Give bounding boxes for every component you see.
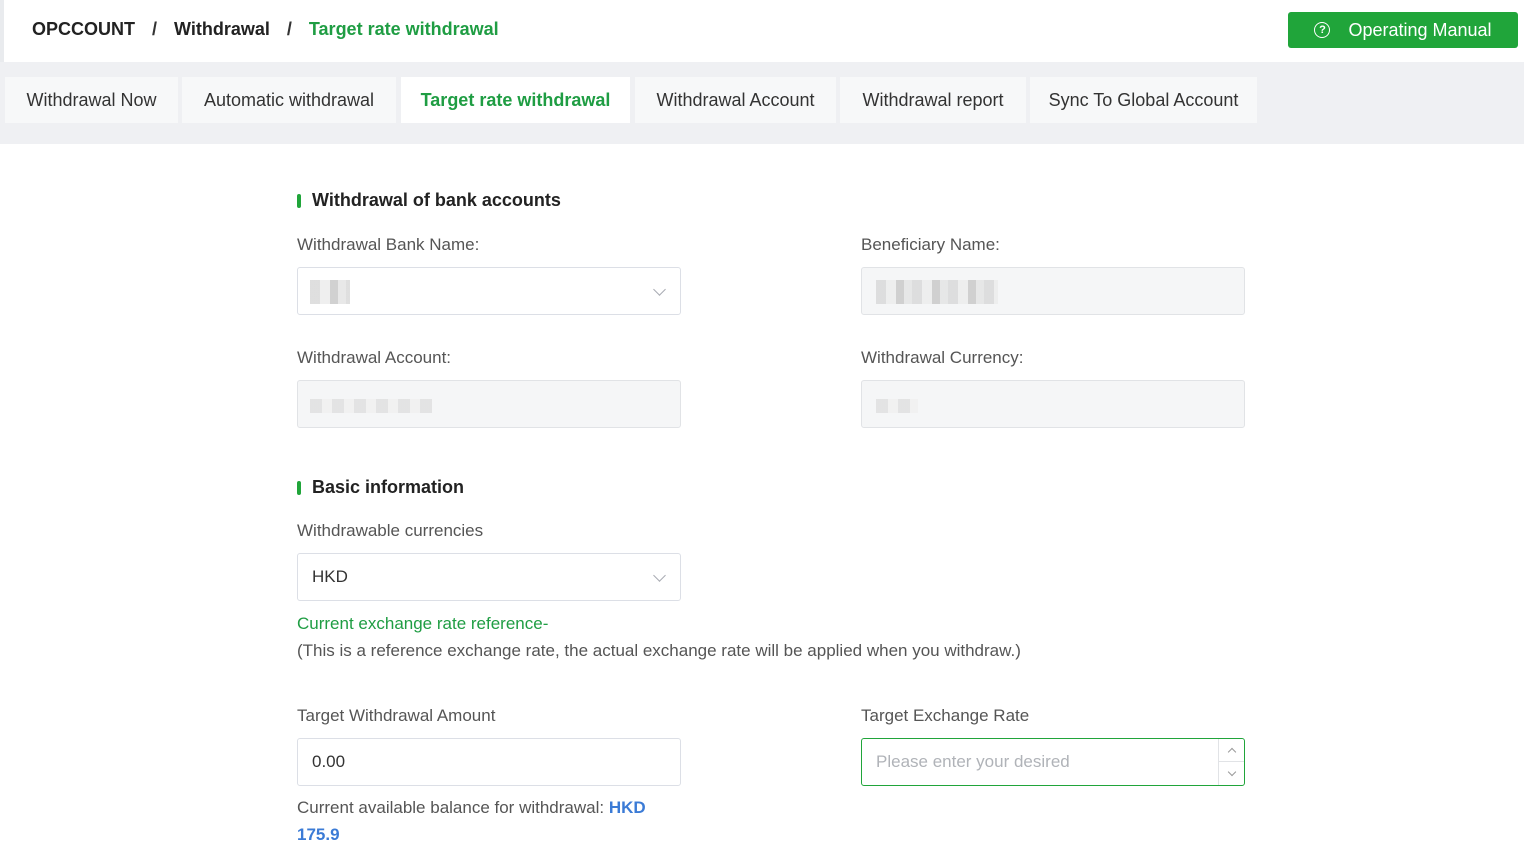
breadcrumb-root[interactable]: OPCCOUNT [32,19,135,40]
withdrawal-account-field [297,380,681,428]
withdrawal-currency-label: Withdrawal Currency: [861,348,1024,367]
section-title-text: Withdrawal of bank accounts [312,190,561,210]
tab-label: Withdrawal report [862,89,1004,110]
help-circle-icon: ? [1314,22,1331,38]
withdrawable-currencies-label: Withdrawable currencies [297,521,484,540]
tab-label: Sync To Global Account [1048,89,1239,110]
withdrawable-currency-select[interactable]: HKD [297,553,681,601]
balance-amount: 175.9 [297,825,340,844]
chevron-down-icon [653,283,666,296]
selected-currency-value: HKD [312,567,348,586]
breadcrumb-withdrawal[interactable]: Withdrawal [174,19,270,40]
redacted-account-number [310,399,432,413]
tab-sync-to-global-account[interactable]: Sync To Global Account [1030,77,1257,123]
section-title-bank-accounts: Withdrawal of bank accounts [297,190,561,211]
balance-prefix: Current available balance for withdrawal… [297,798,605,817]
page: OPCCOUNT / Withdrawal / Target rate with… [0,0,1524,849]
stepper-decrease-button[interactable] [1219,762,1244,785]
tab-bar: Withdrawal Now Automatic withdrawal Targ… [0,62,1524,144]
tab-target-rate-withdrawal[interactable]: Target rate withdrawal [401,77,630,123]
section-marker [297,480,301,495]
bank-name-select[interactable] [297,267,681,315]
balance-currency: HKD [608,798,646,817]
bank-name-label: Withdrawal Bank Name: [297,235,480,254]
target-rate-label: Target Exchange Rate [861,706,1030,725]
chevron-down-icon [653,569,666,582]
beneficiary-name-label: Beneficiary Name: [861,235,1000,254]
breadcrumb-separator: / [286,19,292,39]
redacted-bank-name [310,280,350,304]
exchange-rate-note: (This is a reference exchange rate, the … [297,641,1021,660]
chevron-down-icon [1227,767,1236,777]
redacted-currency [876,399,918,413]
tab-label: Target rate withdrawal [420,89,611,110]
available-balance: Current available balance for withdrawal… [297,794,697,848]
tab-label: Withdrawal Now [26,89,157,110]
tab-label: Automatic withdrawal [203,89,375,110]
withdrawal-currency-field [861,380,1245,428]
top-header: OPCCOUNT / Withdrawal / Target rate with… [0,0,1524,62]
exchange-rate-reference: Current exchange rate reference- [297,614,549,633]
breadcrumb: OPCCOUNT / Withdrawal / Target rate with… [32,19,499,40]
beneficiary-name-field [861,267,1245,315]
tab-label: Withdrawal Account [656,89,815,110]
tab-automatic-withdrawal[interactable]: Automatic withdrawal [182,77,396,123]
tab-withdrawal-report[interactable]: Withdrawal report [840,77,1026,123]
target-amount-input[interactable] [297,738,681,786]
withdrawal-account-label: Withdrawal Account: [297,348,452,367]
rate-stepper [1218,739,1244,785]
breadcrumb-current: Target rate withdrawal [308,19,499,39]
section-marker [297,193,301,208]
tab-withdrawal-account[interactable]: Withdrawal Account [635,77,836,123]
breadcrumb-separator: / [152,19,158,39]
operating-manual-label: Operating Manual [1348,19,1492,40]
tab-withdrawal-now[interactable]: Withdrawal Now [5,77,178,123]
section-title-basic-information: Basic information [297,477,464,498]
target-rate-input[interactable] [861,738,1245,786]
chevron-up-icon [1227,747,1236,756]
stepper-increase-button[interactable] [1219,739,1244,762]
target-amount-label: Target Withdrawal Amount [297,706,496,725]
section-title-text: Basic information [312,477,465,497]
main-content: Withdrawal of bank accounts Withdrawal B… [4,144,1524,849]
redacted-beneficiary-name [876,280,998,304]
operating-manual-button[interactable]: ? Operating Manual [1288,12,1518,48]
